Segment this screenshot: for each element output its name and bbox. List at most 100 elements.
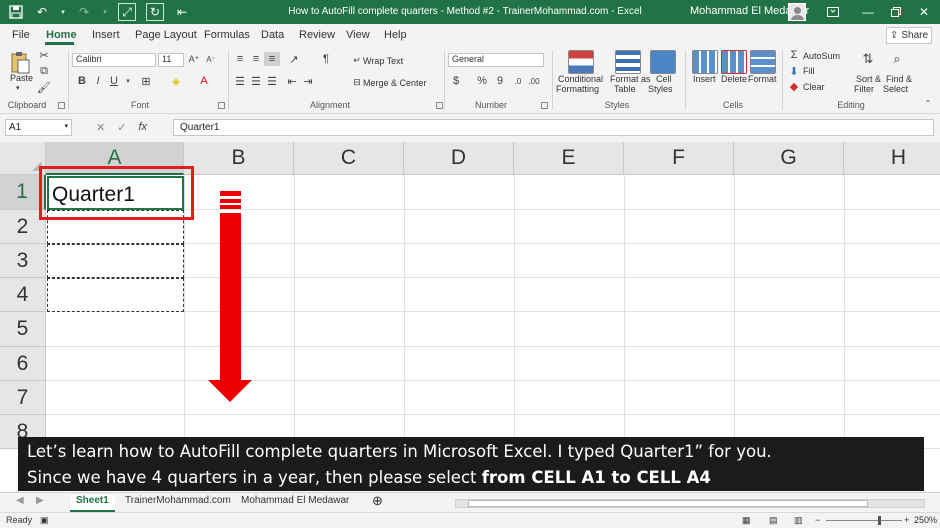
redo-icon[interactable]: ↷: [76, 4, 92, 20]
prev-sheet-icon[interactable]: ◀: [16, 495, 24, 506]
orientation-icon[interactable]: ↗: [286, 52, 302, 66]
avatar[interactable]: [788, 3, 806, 21]
underline-dropdown-icon[interactable]: ▾: [120, 74, 136, 88]
font-launcher-icon[interactable]: [218, 102, 225, 109]
tab-home[interactable]: Home: [46, 29, 77, 41]
row-header-5[interactable]: 5: [0, 312, 46, 347]
cell-a4[interactable]: [47, 278, 184, 312]
wrap-text-button[interactable]: Wrap Text: [363, 56, 403, 66]
horizontal-scrollbar[interactable]: [455, 499, 925, 508]
increase-decimal-icon[interactable]: .0: [510, 74, 526, 88]
tab-help[interactable]: Help: [384, 29, 407, 41]
redo-dropdown-icon[interactable]: ▾: [102, 4, 108, 20]
font-name-select[interactable]: Calibri: [72, 53, 156, 67]
sheet-tab-sheet1[interactable]: Sheet1: [70, 495, 115, 512]
sort-filter-icon[interactable]: ⇅: [860, 51, 876, 66]
page-layout-view-icon[interactable]: ▤: [769, 515, 778, 526]
borders-icon[interactable]: ⊞: [138, 74, 154, 88]
autosum-button[interactable]: AutoSum: [803, 51, 840, 61]
refresh-icon[interactable]: ↻: [146, 3, 164, 21]
cell-styles-label-2[interactable]: Styles: [648, 84, 673, 94]
delete-cells-label[interactable]: Delete: [721, 74, 747, 84]
increase-indent-icon[interactable]: ⇥: [300, 74, 316, 88]
decrease-indent-icon[interactable]: ⇤: [284, 74, 300, 88]
copy-icon[interactable]: ⧉: [36, 64, 52, 78]
close-icon[interactable]: ✕: [913, 2, 935, 22]
zoom-level[interactable]: 250%: [914, 515, 937, 525]
tab-insert[interactable]: Insert: [92, 29, 120, 41]
column-header-e[interactable]: E: [514, 142, 624, 175]
grow-font-icon[interactable]: A⁺: [186, 52, 202, 66]
decrease-decimal-icon[interactable]: .00: [526, 74, 542, 88]
row-header-3[interactable]: 3: [0, 244, 46, 278]
format-as-table-label-2[interactable]: Table: [614, 84, 636, 94]
row-header-4[interactable]: 4: [0, 278, 46, 312]
tab-formulas[interactable]: Formulas: [204, 29, 250, 41]
fill-button[interactable]: Fill: [803, 66, 815, 76]
cancel-icon[interactable]: ✕: [96, 121, 105, 134]
tab-review[interactable]: Review: [299, 29, 335, 41]
cell-styles-icon[interactable]: [650, 50, 676, 74]
format-cells-label[interactable]: Format: [748, 74, 777, 84]
ribbon-display-icon[interactable]: [822, 2, 844, 22]
find-select-label-1[interactable]: Find &: [886, 74, 912, 84]
restore-icon[interactable]: [885, 2, 907, 22]
cell-styles-label-1[interactable]: Cell: [656, 74, 672, 84]
italic-button[interactable]: I: [90, 74, 106, 88]
add-sheet-icon[interactable]: ⊕: [372, 493, 383, 509]
fullscreen-icon[interactable]: ⤢: [118, 3, 136, 21]
format-as-table-icon[interactable]: [615, 50, 641, 74]
align-top-icon[interactable]: ≡: [232, 52, 248, 66]
collapse-ribbon-icon[interactable]: ⌃: [920, 96, 936, 110]
paste-label[interactable]: Paste: [10, 73, 33, 83]
enter-icon[interactable]: ✓: [117, 121, 126, 134]
insert-cells-icon[interactable]: [692, 50, 718, 74]
insert-cells-label[interactable]: Insert: [693, 74, 716, 84]
delete-cells-icon[interactable]: [721, 50, 747, 74]
shrink-font-icon[interactable]: A⁻: [203, 52, 219, 66]
comma-button[interactable]: 9: [492, 74, 508, 88]
font-color-icon[interactable]: A: [196, 74, 212, 88]
formula-input[interactable]: Quarter1: [173, 119, 934, 136]
column-header-d[interactable]: D: [404, 142, 514, 175]
paste-dropdown-icon[interactable]: ▾: [16, 84, 20, 94]
column-header-c[interactable]: C: [294, 142, 404, 175]
align-right-icon[interactable]: ☰: [264, 74, 280, 88]
chevron-down-icon[interactable]: ▾: [64, 122, 68, 130]
rtl-icon[interactable]: ¶: [318, 52, 334, 66]
column-header-g[interactable]: G: [734, 142, 844, 175]
align-left-icon[interactable]: ☰: [232, 74, 248, 88]
format-as-table-label-1[interactable]: Format as: [610, 74, 651, 84]
sort-filter-label-2[interactable]: Filter: [854, 84, 874, 94]
insert-function-button[interactable]: fx: [138, 121, 147, 134]
font-size-select[interactable]: 11: [158, 53, 184, 67]
next-sheet-icon[interactable]: ▶: [36, 495, 44, 506]
back-icon[interactable]: ⇤: [174, 4, 190, 20]
paste-icon[interactable]: [10, 50, 30, 74]
number-format-select[interactable]: General: [448, 53, 544, 67]
sort-filter-label-1[interactable]: Sort &: [856, 74, 881, 84]
zoom-in-icon[interactable]: +: [904, 515, 909, 525]
bold-button[interactable]: B: [74, 74, 90, 88]
column-header-f[interactable]: F: [624, 142, 734, 175]
normal-view-icon[interactable]: ▦: [742, 515, 751, 526]
tab-page-layout[interactable]: Page Layout: [135, 29, 197, 41]
minimize-icon[interactable]: —: [857, 2, 879, 22]
undo-icon[interactable]: ↶: [34, 4, 50, 20]
cut-icon[interactable]: ✂: [36, 48, 52, 62]
name-box[interactable]: A1 ▾: [5, 119, 72, 136]
undo-dropdown-icon[interactable]: ▾: [60, 4, 66, 20]
format-painter-icon[interactable]: 🖌: [36, 80, 52, 94]
zoom-slider-thumb[interactable]: [878, 516, 881, 525]
column-header-b[interactable]: B: [184, 142, 294, 175]
currency-button[interactable]: $: [448, 74, 464, 88]
fill-color-icon[interactable]: ◈: [168, 74, 184, 88]
conditional-formatting-label-1[interactable]: Conditional: [558, 74, 603, 84]
align-center-icon[interactable]: ☰: [248, 74, 264, 88]
clipboard-launcher-icon[interactable]: [58, 102, 65, 109]
tab-data[interactable]: Data: [261, 29, 284, 41]
save-icon[interactable]: [8, 4, 24, 20]
row-header-6[interactable]: 6: [0, 347, 46, 381]
number-launcher-icon[interactable]: [541, 102, 548, 109]
column-header-h[interactable]: H: [844, 142, 940, 175]
